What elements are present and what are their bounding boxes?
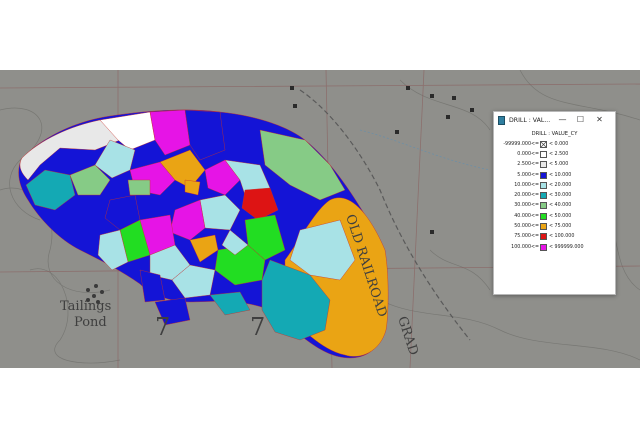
legend-range-to: < 50.000 bbox=[549, 213, 572, 219]
legend-range-operator: <= bbox=[531, 244, 540, 250]
legend-rows: -99999.000 <= < 0.000 0.000 <= < 2.500 2.500 <=… bbox=[494, 139, 615, 252]
legend-window[interactable]: DRILL : VAL... — ☐ ✕ DRILL : VALUE_CY -9… bbox=[493, 111, 616, 295]
legend-range-from: 20.000 bbox=[514, 193, 531, 199]
legend-row: 40.000 <= < 50.000 bbox=[494, 211, 615, 221]
tailings-label-line1: Tailings bbox=[60, 299, 111, 314]
legend-color-swatch bbox=[540, 140, 547, 148]
legend-color-swatch bbox=[540, 161, 547, 169]
legend-range-from: 10.000 bbox=[514, 182, 531, 188]
legend-range-to: < 0.000 bbox=[549, 141, 569, 147]
legend-color-swatch bbox=[540, 243, 547, 251]
legend-range-operator: <= bbox=[531, 172, 540, 178]
legend-row: 2.500 <= < 5.000 bbox=[494, 160, 615, 170]
legend-row: 20.000 <= < 30.000 bbox=[494, 190, 615, 200]
legend-row: -99999.000 <= < 0.000 bbox=[494, 139, 615, 149]
crossed-swatch-icon bbox=[541, 141, 546, 147]
maximize-button[interactable]: ☐ bbox=[574, 114, 587, 126]
legend-row: 75.000 <= < 100.000 bbox=[494, 232, 615, 242]
legend-range-to: < 5.000 bbox=[549, 162, 569, 168]
minimize-button[interactable]: — bbox=[556, 114, 569, 126]
legend-range-operator: <= bbox=[531, 182, 540, 188]
legend-titlebar[interactable]: DRILL : VAL... — ☐ ✕ bbox=[494, 112, 615, 128]
tailings-label-line2: Pond bbox=[74, 315, 107, 330]
legend-row: 5.000 <= < 10.000 bbox=[494, 170, 615, 180]
legend-color-swatch bbox=[540, 233, 547, 241]
legend-range-from: 40.000 bbox=[514, 213, 531, 219]
legend-color-swatch bbox=[540, 223, 547, 231]
legend-range-operator: <= bbox=[531, 141, 540, 147]
legend-range-operator: <= bbox=[531, 162, 540, 168]
legend-color-swatch bbox=[540, 192, 547, 200]
legend-color-swatch bbox=[540, 202, 547, 210]
legend-range-from: 5.000 bbox=[517, 172, 531, 178]
legend-color-swatch bbox=[540, 150, 547, 158]
legend-range-to: < 100.000 bbox=[549, 234, 575, 240]
legend-range-operator: <= bbox=[531, 213, 540, 219]
close-button[interactable]: ✕ bbox=[593, 114, 606, 126]
legend-range-from: 2.500 bbox=[517, 162, 531, 168]
legend-range-from: 30.000 bbox=[514, 203, 531, 209]
legend-range-to: < 75.000 bbox=[549, 224, 572, 230]
legend-range-from: 100.000 bbox=[511, 244, 531, 250]
legend-range-operator: <= bbox=[531, 151, 540, 157]
legend-row: 0.000 <= < 2.500 bbox=[494, 149, 615, 159]
legend-range-from: 0.000 bbox=[517, 151, 531, 157]
legend-color-swatch bbox=[540, 181, 547, 189]
legend-range-from: -99999.000 bbox=[503, 141, 531, 147]
app-icon bbox=[498, 115, 505, 125]
legend-range-to: < 10.000 bbox=[549, 172, 572, 178]
legend-range-operator: <= bbox=[531, 234, 540, 240]
legend-range-to: < 999999.000 bbox=[549, 244, 584, 250]
legend-range-operator: <= bbox=[531, 203, 540, 209]
legend-range-from: 50.000 bbox=[514, 224, 531, 230]
legend-color-swatch bbox=[540, 171, 547, 179]
legend-range-to: < 2.500 bbox=[549, 151, 569, 157]
window-title: DRILL : VAL... bbox=[509, 116, 551, 124]
section-number-a: 7 bbox=[155, 313, 170, 341]
legend-range-to: < 40.000 bbox=[549, 203, 572, 209]
legend-range-to: < 20.000 bbox=[549, 182, 572, 188]
legend-range-from: 75.000 bbox=[514, 234, 531, 240]
section-number-b: 7 bbox=[250, 313, 265, 341]
legend-range-operator: <= bbox=[531, 224, 540, 230]
legend-color-swatch bbox=[540, 212, 547, 220]
legend-row: 100.000 <= < 999999.000 bbox=[494, 242, 615, 252]
legend-range-operator: <= bbox=[531, 193, 540, 199]
legend-range-to: < 30.000 bbox=[549, 193, 572, 199]
legend-row: 10.000 <= < 20.000 bbox=[494, 180, 615, 190]
legend-row: 50.000 <= < 75.000 bbox=[494, 221, 615, 231]
legend-heading: DRILL : VALUE_CY bbox=[531, 131, 578, 137]
legend-row: 30.000 <= < 40.000 bbox=[494, 201, 615, 211]
